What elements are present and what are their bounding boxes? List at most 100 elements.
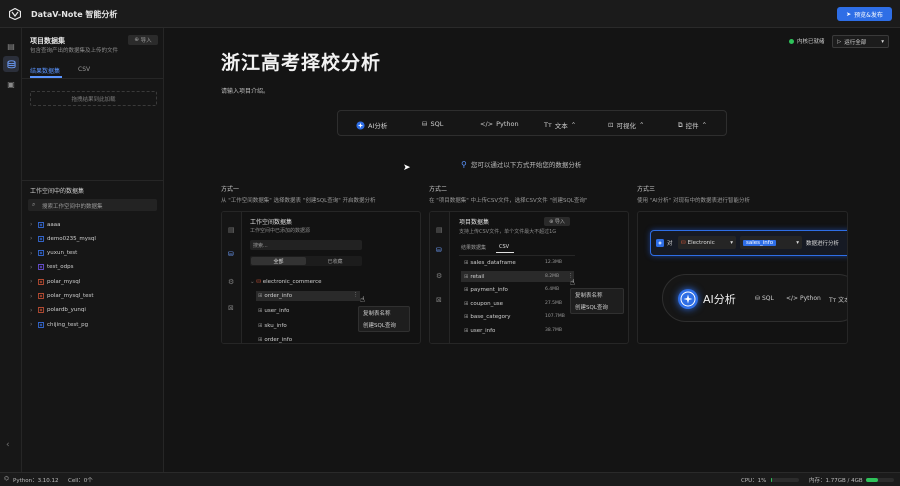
panel-title: 工作空间数据集 (250, 219, 293, 226)
panel-rail: ▤ ⛁ ⚙ ⊠ (222, 212, 242, 343)
workspace-item-label: polar_mysql_test (47, 293, 94, 299)
csv-name: user_info (470, 327, 496, 334)
run-all-button[interactable]: ▷ 运行全部 ▾ (832, 35, 889, 48)
tool-text[interactable]: Tт 文本 ⌃ (544, 120, 576, 130)
ai-prompt-box: 对 ⛁ Electronic ▾ sales_info ▾ 数据进行分析 (650, 230, 847, 256)
tool-label: AI分析 (368, 122, 388, 130)
chevron-right-icon[interactable]: › (30, 235, 35, 242)
section-divider (22, 180, 164, 181)
dropzone[interactable]: 拖拽结果到此加载 (30, 91, 157, 106)
more-icon: ⋮ (353, 292, 359, 298)
prompt-prefix: 对 (667, 241, 673, 247)
chevron-right-icon[interactable]: › (30, 278, 35, 285)
workspace-item-label: demo0235_mysql (47, 235, 96, 242)
table-icon: ⊞ (464, 327, 469, 334)
tool-label: 文本 (554, 122, 568, 130)
csv-row-name: ⊞ sales_dataframe (464, 260, 516, 266)
memory-usage: 内存：1.77GB / 4GB (809, 478, 863, 484)
csv-row-name: ⊞ base_category (464, 314, 511, 320)
chevron-right-icon[interactable]: › (30, 264, 35, 271)
widget-icon: ⧉ (678, 120, 683, 129)
chevron-right-icon[interactable]: › (30, 250, 35, 257)
workspace-item[interactable]: › yuxun_test (30, 249, 77, 258)
datasource-icon (38, 293, 44, 299)
chevron-right-icon[interactable]: › (30, 307, 35, 314)
context-menu: 复制表名称 创建SQL查询 (358, 306, 410, 332)
workspace-item[interactable]: › demo0235_mysql (30, 234, 96, 243)
menu-copy-name: 复制表名称 (363, 311, 391, 317)
tab-result-datasets[interactable]: 结果数据集 (30, 66, 60, 75)
tool-visualization[interactable]: ⊡ 可视化 ⌃ (608, 120, 644, 130)
tool-ai-analysis[interactable]: AI分析 (356, 120, 387, 130)
import-button[interactable]: ⊕ 导入 (128, 35, 158, 45)
chevron-down-icon: ⌄ (250, 279, 255, 285)
dataset-nav-icon[interactable] (3, 56, 19, 72)
outline-icon[interactable]: ▤ (3, 38, 19, 54)
status-text: 内核已就绪 (797, 39, 825, 45)
csv-row-name: ⊞ retail (464, 274, 484, 280)
workspace-item-label: polar_mysql (47, 278, 81, 285)
panel-subtitle: 工作空间中已添加的数据源 (250, 228, 311, 234)
collapse-sidebar-icon[interactable]: ‹ (6, 440, 10, 450)
table-icon: ⊞ (464, 314, 469, 320)
tabs-divider (459, 255, 575, 256)
import-label: 导入 (554, 219, 565, 225)
database-icon: ⛁ (681, 239, 686, 246)
ai-toolbar-zoom: AI分析 ⛁ SQL </> Python Tт 文本 (662, 274, 847, 322)
table-row: ⊞ order_info (258, 337, 292, 343)
workspace-item[interactable]: › test_odps (30, 263, 74, 272)
tool-python[interactable]: </> Python (480, 120, 519, 128)
variable-icon[interactable]: ▣ (3, 76, 19, 92)
table-icon: ⊞ (464, 287, 469, 293)
csv-row-size: 12.3MB (545, 260, 562, 265)
workspace-item[interactable]: › polar_mysql_test (30, 292, 94, 301)
datasource-icon (38, 235, 44, 242)
send-icon: ➤ (846, 10, 852, 18)
dataset-title: 项目数据集 (30, 37, 65, 45)
database-icon: ⛁ (422, 120, 428, 128)
chevron-up-icon: ⌃ (638, 121, 645, 129)
csv-row-size: 6.4MB (545, 287, 560, 292)
play-icon: ▷ (837, 38, 842, 45)
chart-icon: ⊡ (608, 121, 614, 129)
workspace-item[interactable]: › aaaa (30, 220, 60, 229)
workspace-item-label: chijing_test_pg (47, 321, 89, 328)
table-icon: ⊞ (464, 273, 469, 280)
page-title[interactable]: 浙江高考择校分析 (221, 48, 381, 75)
ai-icon (356, 120, 365, 130)
chevron-right-icon[interactable]: › (30, 221, 35, 228)
method-1-panel: ▤ ⛁ ⚙ ⊠ 工作空间数据集 工作空间中已添加的数据源 搜索... 全部 已收… (221, 211, 421, 344)
outline-icon: ▤ (228, 226, 235, 234)
panel-title: 项目数据集 (459, 219, 490, 226)
database-icon: ⛁ (755, 295, 761, 302)
chevron-right-icon[interactable]: › (30, 321, 35, 328)
code-icon: </> (480, 120, 494, 128)
csv-row-size: 27.5MB (545, 300, 562, 306)
chip-label: Python (800, 295, 821, 302)
method-1-desc: 从 "工作空间数据集" 选择数据表 "创建SQL查询" 开启数据分析 (221, 198, 376, 204)
publish-button[interactable]: ➤ 预览&发布 (837, 7, 892, 21)
workspace-item[interactable]: › polar_mysql (30, 277, 80, 286)
tab-csv[interactable]: CSV (78, 66, 90, 73)
prompt-suffix: 数据进行分析 (806, 241, 840, 247)
workspace-search-input[interactable]: ⌕ 搜索工作空间中的数据集 (28, 199, 157, 211)
table-icon: ⊞ (258, 293, 263, 299)
chevron-right-icon[interactable]: › (30, 293, 35, 300)
chevron-down-icon[interactable]: ▾ (881, 39, 884, 45)
workspace-item[interactable]: › polardb_yunqi (30, 306, 86, 315)
text-icon: Tт (544, 121, 552, 129)
tab-favorite: 已收藏 (327, 258, 343, 265)
python-version: Python：3.10.12 (13, 478, 59, 484)
table-chip: sales_info (743, 239, 777, 246)
pointer-cursor-icon: ☝ (360, 295, 365, 304)
workspace-item[interactable]: › chijing_test_pg (30, 320, 88, 329)
tool-sql[interactable]: ⛁ SQL (422, 120, 443, 128)
method-2-panel: ▤ ⛁ ⚙ ⊠ 项目数据集 支持上传CSV文件，单个文件最大不超过1G ⊕ 导入… (429, 211, 629, 344)
method-3-panel: 对 ⛁ Electronic ▾ sales_info ▾ 数据进行分析 AI分… (637, 211, 848, 344)
csv-row-name: ⊞ user_info (464, 328, 495, 334)
method-1-label: 方式一 (221, 186, 240, 193)
cell-count: Cell：0个 (68, 478, 93, 484)
tool-widget[interactable]: ⧉ 控件 ⌃ (678, 120, 707, 131)
datasource-icon (38, 321, 44, 328)
page-description[interactable]: 请输入项目介绍。 (221, 86, 269, 95)
